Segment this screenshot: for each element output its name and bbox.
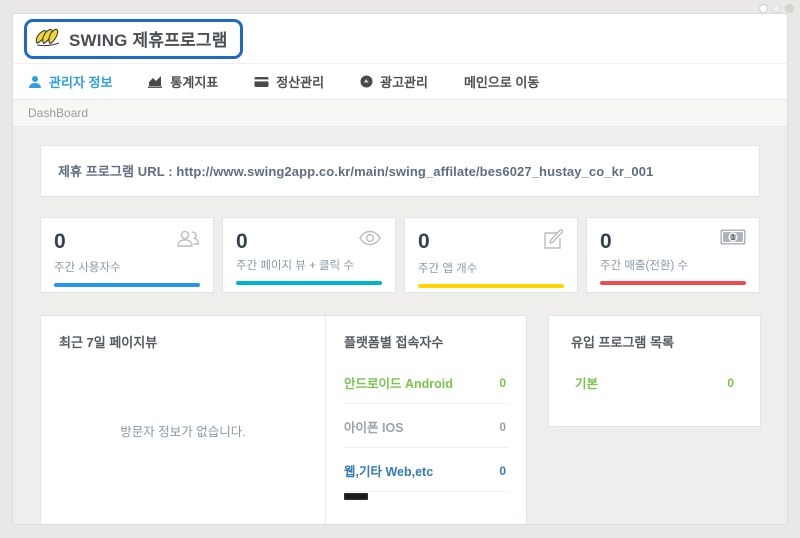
stat-card-weekly-pageviews: 0 주간 페이지 뷰 + 클릭 수 (222, 217, 396, 293)
nav-item-statistics[interactable]: 통계지표 (148, 72, 218, 91)
stat-underline (236, 281, 382, 285)
affiliate-url-card: 제휴 프로그램 URL : http://www.swing2app.co.kr… (40, 145, 760, 197)
platform-visitors-panel: 플랫폼별 접속자수 안드로이드 Android 0 아이폰 IOS 0 웹,기타… (326, 316, 526, 524)
platform-row-web: 웹,기타 Web,etc 0 (344, 448, 508, 492)
panel-title: 플랫폼별 접속자수 (344, 332, 508, 351)
app-title: SWING 제휴프로그램 (69, 26, 228, 51)
stat-underline (600, 281, 746, 285)
nav-item-label: 정산관리 (276, 72, 324, 91)
svg-text:1: 1 (731, 233, 736, 242)
platform-label[interactable]: 아이폰 IOS (344, 417, 404, 436)
card-icon (254, 76, 269, 88)
stat-label: 주간 사용자수 (54, 259, 200, 275)
nav-item-go-main[interactable]: 메인으로 이동 (464, 72, 539, 91)
platform-value: 0 (499, 376, 506, 390)
eye-icon (358, 229, 382, 252)
logo-highlight-box[interactable]: SWING 제휴프로그램 (24, 19, 243, 59)
banknote-icon: 1 (720, 229, 746, 250)
breadcrumb-bar: DashBoard (13, 100, 787, 127)
affiliate-url-text[interactable]: 제휴 프로그램 URL : http://www.swing2app.co.kr… (58, 164, 653, 179)
program-value: 0 (727, 376, 734, 390)
stat-card-weekly-apps: 0 주간 앱 개수 (404, 217, 578, 293)
users-icon (176, 229, 200, 254)
recent-pageviews-panel: 최근 7일 페이지뷰 방문자 정보가 없습니다. (41, 316, 326, 524)
app-header: SWING 제휴프로그램 (13, 14, 787, 63)
nav-item-label: 통계지표 (170, 72, 218, 91)
panel-title: 최근 7일 페이지뷰 (59, 332, 307, 351)
redacted-text-chip (344, 493, 368, 500)
stat-value: 0 (418, 231, 430, 252)
stat-underline (54, 283, 200, 287)
stat-value: 0 (54, 231, 66, 252)
platform-label[interactable]: 안드로이드 Android (344, 373, 453, 392)
ad-circle-icon (360, 75, 373, 88)
stat-value: 0 (600, 231, 612, 252)
platform-value: 0 (499, 420, 506, 434)
breadcrumb: DashBoard (28, 106, 88, 120)
stat-label: 주간 매출(전환) 수 (600, 257, 746, 273)
nav-item-ads[interactable]: 광고관리 (360, 72, 428, 91)
stat-label: 주간 페이지 뷰 + 클릭 수 (236, 257, 382, 273)
window-dot-icon (759, 4, 768, 13)
platform-row-ios: 아이폰 IOS 0 (344, 404, 508, 448)
panel-title: 유입 프로그램 목록 (571, 332, 738, 351)
nav-item-label: 메인으로 이동 (464, 72, 539, 91)
window-dot-icon (772, 4, 781, 13)
inflow-programs-panel: 유입 프로그램 목록 기본 0 (548, 315, 761, 427)
pageview-platform-panel: 최근 7일 페이지뷰 방문자 정보가 없습니다. 플랫폼별 접속자수 안드로이드… (40, 315, 527, 524)
user-icon (28, 75, 42, 89)
nav-item-label: 관리자 정보 (49, 72, 112, 91)
platform-rows: 안드로이드 Android 0 아이폰 IOS 0 웹,기타 Web,etc 0 (344, 360, 508, 500)
window-dot-icon (785, 4, 794, 13)
stat-value: 0 (236, 231, 248, 252)
platform-label[interactable]: 웹,기타 Web,etc (344, 461, 433, 480)
swing-logo-icon (35, 26, 62, 52)
panels-row: 최근 7일 페이지뷰 방문자 정보가 없습니다. 플랫폼별 접속자수 안드로이드… (40, 315, 760, 524)
program-row-default: 기본 0 (571, 373, 738, 392)
nav-item-settlement[interactable]: 정산관리 (254, 72, 324, 91)
platform-row-android: 안드로이드 Android 0 (344, 360, 508, 404)
dashboard-main: 제휴 프로그램 URL : http://www.swing2app.co.kr… (13, 127, 787, 524)
app-window: SWING 제휴프로그램 관리자 정보 통계지표 (12, 13, 788, 525)
stat-underline (418, 284, 564, 288)
platform-value: 0 (499, 464, 506, 478)
stat-card-weekly-revenue: 0 1 주간 매출(전환) 수 (586, 217, 760, 293)
chart-icon (148, 75, 163, 88)
stat-label: 주간 앱 개수 (418, 260, 564, 276)
empty-visitors-message: 방문자 정보가 없습니다. (41, 421, 325, 440)
window-controls (759, 4, 794, 13)
program-label[interactable]: 기본 (575, 373, 598, 392)
nav-item-admin-info[interactable]: 관리자 정보 (28, 72, 112, 91)
main-nav: 관리자 정보 통계지표 정산관리 (13, 63, 787, 100)
stat-card-weekly-users: 0 주간 사용자수 (40, 217, 214, 293)
stats-row: 0 주간 사용자수 0 (40, 217, 760, 293)
edit-icon (542, 229, 564, 255)
nav-item-label: 광고관리 (380, 72, 428, 91)
